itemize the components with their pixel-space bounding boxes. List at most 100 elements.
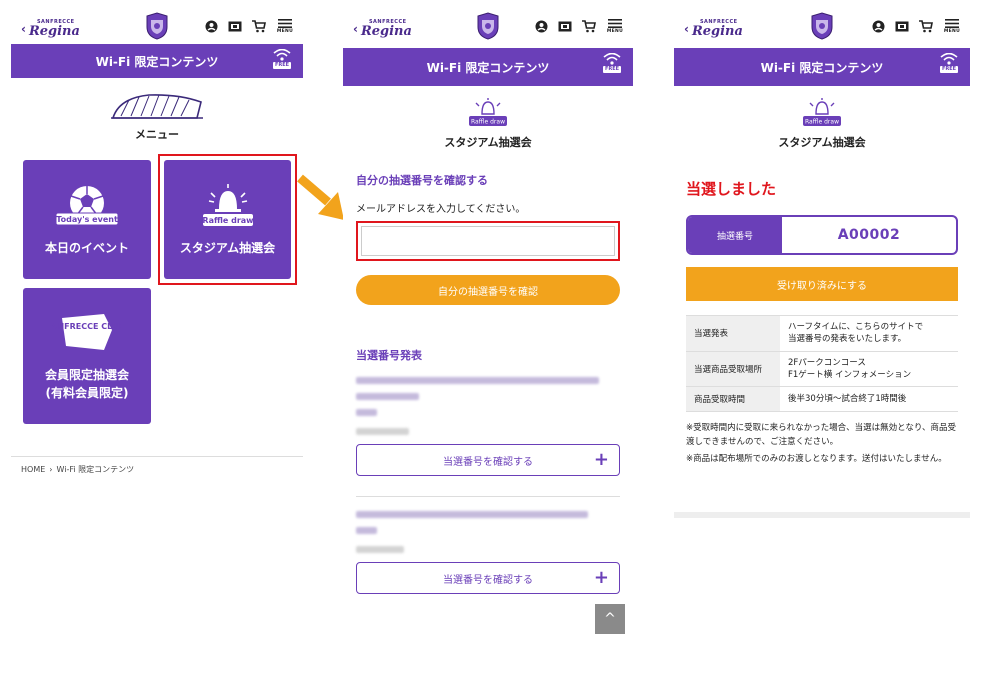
user-icon[interactable] <box>870 18 886 34</box>
club-crest-icon <box>811 12 833 40</box>
page-title: Wi-Fi 限定コンテンツ <box>95 54 219 69</box>
table-key: 当選発表 <box>686 315 780 352</box>
brand-logo: SANFRECCE Regina <box>28 19 80 39</box>
table-row: 当選発表 ハーフタイムに、こちらのサイトで 当選番号の発表をいたします。 <box>686 315 958 352</box>
wifi-icon <box>273 49 291 61</box>
menu-button[interactable]: MENU <box>605 18 625 34</box>
table-row: 当選商品受取場所 2Fパークコンコース F1ゲート横 インフォメーション <box>686 350 958 388</box>
top-nav: ‹ SANFRECCE Regina MENU <box>674 8 970 44</box>
wifi-icon <box>603 53 621 65</box>
highlight-box-raffle <box>158 154 297 285</box>
user-icon[interactable] <box>203 18 219 34</box>
table-value: 2Fパークコンコース F1ゲート横 インフォメーション <box>780 350 958 388</box>
scroll-to-top-button[interactable]: ^ <box>595 604 625 634</box>
table-value: 後半30分頃〜試合終了1時間後 <box>780 386 958 413</box>
cart-icon[interactable] <box>251 18 267 34</box>
menu-button[interactable]: MENU <box>942 18 962 34</box>
plus-icon: + <box>593 567 609 588</box>
sanfrecce-club-icon: SANFRECCE CLUB <box>52 314 122 350</box>
ticket-icon[interactable] <box>557 18 573 34</box>
raffle-number-box: 抽選番号 A00002 <box>686 215 958 255</box>
note-text: ※受取時間内に受取に来られなかった場合、当選は無効となり、商品受渡しできませんの… <box>686 423 957 447</box>
email-input[interactable] <box>361 226 615 256</box>
chevron-left-icon: ‹ <box>353 22 358 36</box>
chevron-left-icon: ‹ <box>684 22 689 36</box>
announce-heading: 当選番号発表 <box>356 349 422 362</box>
highlight-box-email <box>356 221 620 261</box>
wifi-free-badge: FREE <box>271 49 293 69</box>
tile-todays-event[interactable]: Today's event 本日のイベント <box>23 160 151 279</box>
page-title: Wi-Fi 限定コンテンツ <box>760 60 884 75</box>
table-row: 商品受取時間 後半30分頃〜試合終了1時間後 <box>686 386 958 413</box>
table-key: 当選商品受取場所 <box>686 350 780 388</box>
raffle-number-value: A00002 <box>837 227 901 243</box>
hamburger-icon <box>945 18 959 28</box>
club-icon-text: SANFRECCE CLUB <box>52 322 122 331</box>
page-header: Wi-Fi 限定コンテンツ FREE <box>11 44 303 78</box>
table-value: ハーフタイムに、こちらのサイトで 当選番号の発表をいたします。 <box>780 315 958 352</box>
mark-received-button[interactable]: 受け取り済みにする <box>686 267 958 301</box>
club-crest-icon <box>146 12 168 40</box>
menu-button[interactable]: MENU <box>275 18 295 34</box>
section-title: スタジアム抽選会 <box>778 136 866 149</box>
top-nav: ‹ SANFRECCE Regina MENU <box>11 8 303 44</box>
table-key: 商品受取時間 <box>686 386 780 413</box>
check-number-button[interactable]: 自分の抽選番号を確認 <box>356 275 620 305</box>
tile-label-line2: (有料会員限定) <box>45 386 129 400</box>
back-link[interactable]: ‹ SANFRECCE Regina <box>684 20 743 39</box>
back-link[interactable]: ‹ SANFRECCE Regina <box>353 19 412 39</box>
ticket-icon[interactable] <box>894 18 910 34</box>
back-link[interactable]: ‹ SANFRECCE Regina <box>21 19 80 39</box>
breadcrumb-current: Wi-Fi 限定コンテンツ <box>56 465 135 474</box>
hamburger-icon <box>608 18 622 28</box>
divider <box>11 456 303 457</box>
cart-icon[interactable] <box>918 18 934 34</box>
cart-icon[interactable] <box>581 18 597 34</box>
raffle-bell-icon: Raffle draw <box>803 98 841 126</box>
breadcrumb-separator: › <box>49 465 53 474</box>
todays-event-icon: Today's event <box>55 185 119 225</box>
breadcrumb: HOME › Wi-Fi 限定コンテンツ <box>21 464 134 475</box>
screen-menu: ‹ SANFRECCE Regina MENU Wi-Fi 限定コンテンツ FR… <box>11 8 303 508</box>
tile-label: 本日のイベント <box>44 240 129 255</box>
wifi-free-badge: FREE <box>601 53 623 73</box>
top-nav: ‹ SANFRECCE Regina MENU <box>343 8 633 44</box>
user-icon[interactable] <box>533 18 549 34</box>
check-winning-number-button[interactable]: 当選番号を確認する + <box>356 562 620 594</box>
check-heading: 自分の抽選番号を確認する <box>356 174 488 187</box>
wifi-icon <box>940 53 958 65</box>
email-label: メールアドレスを入力してください。 <box>356 204 526 215</box>
tile-label-line1: 会員限定抽選会 <box>44 368 129 382</box>
page-header: Wi-Fi 限定コンテンツ FREE <box>674 48 970 86</box>
notes: ※受取時間内に受取に来られなかった場合、当選は無効となり、商品受渡しできませんの… <box>686 422 958 467</box>
menu-heading: メニュー <box>135 128 179 141</box>
screen-winner: ‹ SANFRECCE Regina MENU Wi-Fi 限定コンテンツ FR… <box>674 8 970 518</box>
section-title: スタジアム抽選会 <box>444 136 532 149</box>
wifi-free-badge: FREE <box>938 53 960 73</box>
tile-member-raffle[interactable]: SANFRECCE CLUB 会員限定抽選会 (有料会員限定) <box>23 288 151 424</box>
hamburger-icon <box>278 18 292 28</box>
blurred-entry-text <box>356 377 620 435</box>
prize-info-table: 当選発表 ハーフタイムに、こちらのサイトで 当選番号の発表をいたします。 当選商品… <box>686 315 958 413</box>
raffle-number-label: 抽選番号 <box>688 217 782 253</box>
chevron-up-icon: ^ <box>604 611 616 627</box>
raffle-bell-icon: Raffle draw <box>469 98 507 126</box>
brand-logo: SANFRECCE Regina <box>360 19 412 39</box>
raffle-icon-text: Raffle draw <box>471 119 505 126</box>
check-winning-number-button[interactable]: 当選番号を確認する + <box>356 444 620 476</box>
button-label: 当選番号を確認する <box>443 456 533 468</box>
ticket-icon[interactable] <box>227 18 243 34</box>
plus-icon: + <box>593 449 609 470</box>
club-crest-icon <box>477 12 499 40</box>
chevron-left-icon: ‹ <box>21 22 26 36</box>
todays-event-icon-text: Today's event <box>56 215 118 224</box>
button-label: 当選番号を確認する <box>443 574 533 586</box>
note-text: ※商品は配布場所でのみのお渡しとなります。送付はいたしません。 <box>686 454 947 465</box>
screen-raffle-check: ‹ SANFRECCE Regina MENU Wi-Fi 限定コンテンツ FR… <box>343 8 633 638</box>
raffle-icon-text: Raffle draw <box>805 119 839 126</box>
page-header: Wi-Fi 限定コンテンツ FREE <box>343 48 633 86</box>
blurred-entry-text <box>356 511 620 553</box>
page-title: Wi-Fi 限定コンテンツ <box>426 60 550 75</box>
stadium-icon <box>111 94 203 119</box>
breadcrumb-home[interactable]: HOME <box>21 465 45 474</box>
